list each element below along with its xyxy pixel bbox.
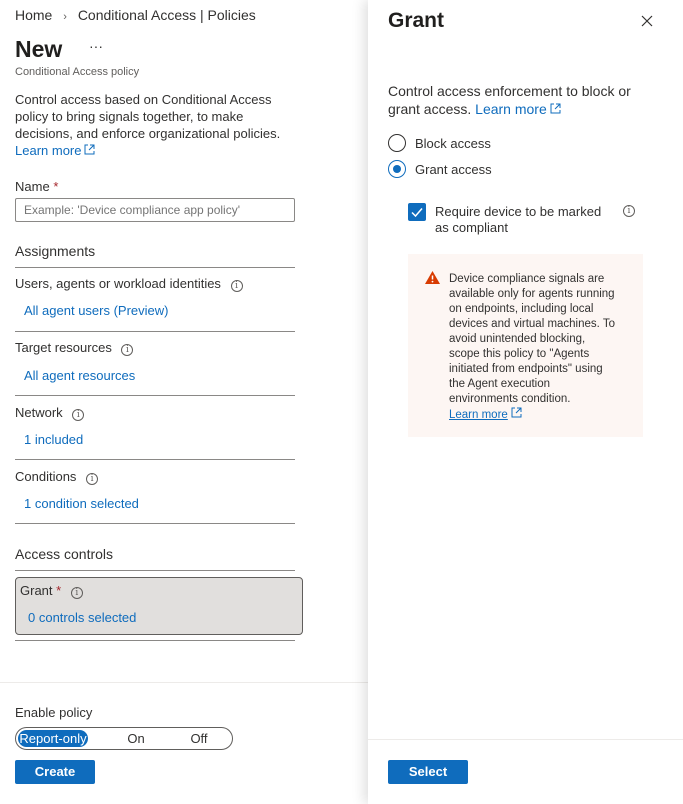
info-icon[interactable]: i <box>70 587 83 599</box>
target-resources-link[interactable]: All agent resources <box>24 368 135 383</box>
block-access-label[interactable]: Block access <box>415 136 491 151</box>
warning-line: on endpoints, including local <box>449 303 594 315</box>
more-options-icon[interactable]: ··· <box>89 38 103 54</box>
warning-icon <box>425 271 440 284</box>
create-button[interactable]: Create <box>15 760 95 784</box>
info-icon[interactable]: i <box>121 344 134 356</box>
grant-section[interactable]: Grant * i 0 controls selected <box>15 577 303 635</box>
required-marker: * <box>56 583 62 598</box>
divider <box>15 523 295 524</box>
option-on[interactable]: On <box>101 730 171 747</box>
enable-policy-toggle[interactable]: Report-only On Off <box>15 727 233 750</box>
block-access-radio[interactable] <box>388 134 406 152</box>
option-off[interactable]: Off <box>164 730 234 747</box>
intro-line: policy to bring signals together, to mak… <box>15 109 244 124</box>
require-label-line: as compliant <box>435 220 508 235</box>
info-icon[interactable]: i <box>72 409 85 421</box>
info-icon[interactable]: i <box>230 280 243 292</box>
checkmark-icon <box>411 208 423 218</box>
panel-title: Grant <box>388 9 445 32</box>
divider <box>15 640 295 641</box>
require-compliant-checkbox[interactable] <box>408 203 426 221</box>
assignments-heading: Assignments <box>15 243 96 259</box>
breadcrumb-policies[interactable]: Conditional Access | Policies <box>78 7 256 23</box>
external-link-icon <box>84 144 95 155</box>
intro-text: Control access based on Conditional Acce… <box>15 91 280 159</box>
warning-text: Device compliance signals are available … <box>449 272 639 423</box>
close-icon[interactable] <box>641 15 653 27</box>
warning-line: avoid unintended blocking, <box>449 333 586 345</box>
users-value-link[interactable]: All agent users (Preview) <box>24 303 169 318</box>
divider <box>15 267 295 268</box>
conditions-link[interactable]: 1 condition selected <box>24 496 139 511</box>
enable-policy-label: Enable policy <box>15 705 93 720</box>
conditions-label-text: Conditions <box>15 469 77 484</box>
warning-line: available only for agents running <box>449 288 615 300</box>
intro-line: Control access based on Conditional Acce… <box>15 92 272 107</box>
panel-description: Control access enforcement to block or g… <box>388 82 631 118</box>
panel-learn-more-link[interactable]: Learn more <box>475 101 547 117</box>
description-line: Control access enforcement to block or <box>388 83 631 99</box>
network-link[interactable]: 1 included <box>24 432 83 447</box>
grant-label-text: Grant <box>20 583 53 598</box>
policy-name-input[interactable] <box>15 198 295 222</box>
network-label: Network i <box>15 405 85 421</box>
breadcrumb: Home › Conditional Access | Policies <box>15 7 256 23</box>
policy-blade: Home › Conditional Access | Policies New… <box>0 0 368 804</box>
page-subtitle: Conditional Access policy <box>15 66 140 78</box>
name-label-text: Name <box>15 179 50 194</box>
description-line: grant access. <box>388 101 472 117</box>
divider <box>15 331 295 332</box>
divider <box>15 570 295 571</box>
access-controls-heading: Access controls <box>15 546 114 562</box>
network-label-text: Network <box>15 405 63 420</box>
warning-learn-more-link[interactable]: Learn more <box>449 409 508 421</box>
select-button[interactable]: Select <box>388 760 468 784</box>
divider <box>15 459 295 460</box>
warning-message: Device compliance signals are available … <box>408 254 643 437</box>
external-link-icon <box>511 407 522 418</box>
breadcrumb-separator-icon: › <box>63 11 67 23</box>
info-icon[interactable]: i <box>623 205 635 217</box>
conditions-label: Conditions i <box>15 469 99 485</box>
panel-footer-divider <box>368 739 683 740</box>
grant-access-label[interactable]: Grant access <box>415 162 492 177</box>
require-label-line: Require device to be marked <box>435 204 602 219</box>
page-title: New <box>15 36 63 62</box>
warning-line: initiated from endpoints" using <box>449 363 603 375</box>
intro-line: decisions, and enforce organizational po… <box>15 126 281 141</box>
warning-line: scope this policy to "Agents <box>449 348 590 360</box>
target-resources-label: Target resources i <box>15 340 134 356</box>
users-label-text: Users, agents or workload identities <box>15 276 221 291</box>
info-icon[interactable]: i <box>86 473 99 485</box>
option-report-only[interactable]: Report-only <box>18 730 88 747</box>
warning-line: environments condition. <box>449 393 571 405</box>
breadcrumb-home[interactable]: Home <box>15 7 52 23</box>
users-section-label: Users, agents or workload identities i <box>15 276 243 292</box>
warning-line: devices and virtual machines. To <box>449 318 615 330</box>
required-marker: * <box>53 179 59 194</box>
grant-controls-link[interactable]: 0 controls selected <box>28 610 136 625</box>
require-compliant-label[interactable]: Require device to be marked as compliant <box>435 204 601 236</box>
divider <box>15 395 295 396</box>
name-label: Name * <box>15 179 58 194</box>
target-label-text: Target resources <box>15 340 112 355</box>
warning-line: the Agent execution <box>449 378 551 390</box>
intro-learn-more-link[interactable]: Learn more <box>15 143 81 158</box>
warning-line: Device compliance signals are <box>449 273 605 285</box>
footer-divider <box>0 682 368 683</box>
external-link-icon <box>550 103 561 114</box>
grant-panel: Grant Control access enforcement to bloc… <box>368 0 683 804</box>
grant-access-radio[interactable] <box>388 160 406 178</box>
grant-label: Grant * i <box>20 583 83 599</box>
